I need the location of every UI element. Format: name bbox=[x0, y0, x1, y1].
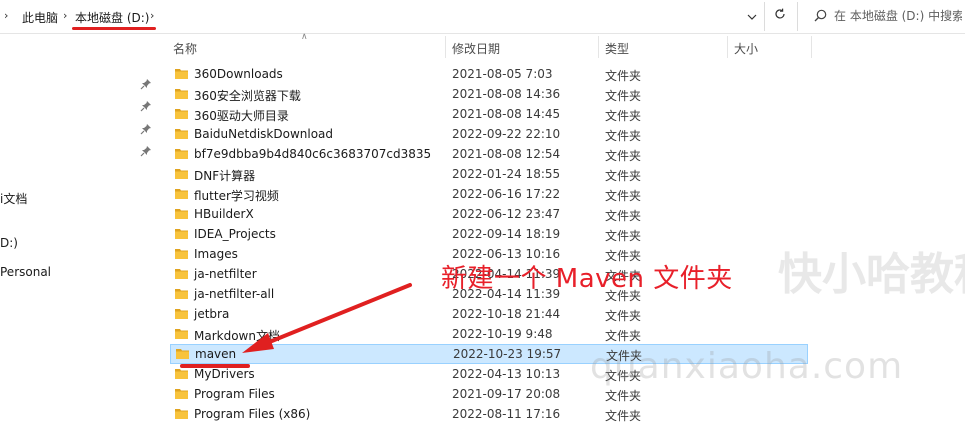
annotation-arrow bbox=[242, 283, 412, 353]
annotation-text: 新建一个 Maven 文件夹 bbox=[441, 264, 733, 294]
